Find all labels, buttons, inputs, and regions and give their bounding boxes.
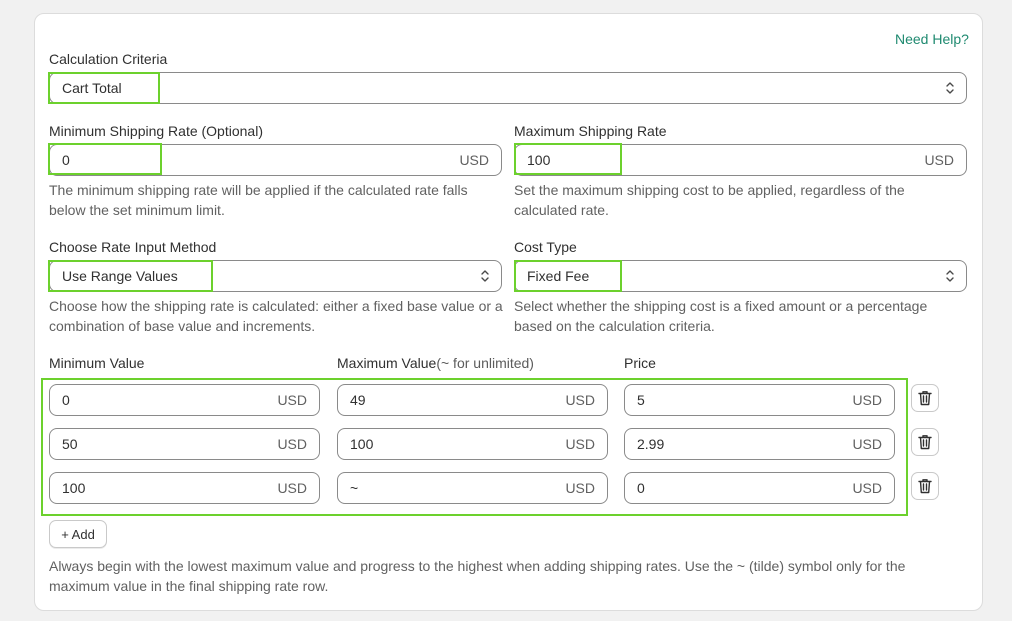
delete-row-button[interactable] <box>911 384 939 412</box>
currency-suffix: USD <box>852 480 882 496</box>
range-min-input[interactable]: 100 USD <box>49 472 320 504</box>
range-max-value: 100 <box>350 436 374 452</box>
range-min-value: 0 <box>62 392 70 408</box>
range-price-input[interactable]: 0 USD <box>624 472 895 504</box>
range-min-input[interactable]: 50 USD <box>49 428 320 460</box>
select-chevron-icon <box>946 82 954 94</box>
range-max-input[interactable]: 49 USD <box>337 384 608 416</box>
range-price-input[interactable]: 5 USD <box>624 384 895 416</box>
range-instructions-note: Always begin with the lowest maximum val… <box>49 558 906 594</box>
max-shipping-rate-label: Maximum Shipping Rate <box>514 123 667 139</box>
minimum-value-header: Minimum Value <box>49 355 145 371</box>
min-shipping-rate-label: Minimum Shipping Rate (Optional) <box>49 123 263 139</box>
calculation-criteria-label: Calculation Criteria <box>49 51 168 67</box>
min-shipping-rate-value: 0 <box>62 152 70 168</box>
max-shipping-rate-value: 100 <box>527 152 551 168</box>
trash-icon <box>918 391 932 406</box>
max-shipping-rate-input[interactable]: 100 USD <box>514 144 967 176</box>
add-range-button[interactable]: + Add <box>49 520 107 548</box>
price-header: Price <box>624 355 656 371</box>
range-price-input[interactable]: 2.99 USD <box>624 428 895 460</box>
maximum-value-header: Maximum Value(~ for unlimited) <box>337 355 534 371</box>
cost-type-label: Cost Type <box>514 239 577 255</box>
currency-suffix: USD <box>565 436 595 452</box>
range-price-value: 2.99 <box>637 436 665 452</box>
currency-suffix: USD <box>277 392 307 408</box>
range-max-input[interactable]: ~ USD <box>337 472 608 504</box>
currency-suffix: USD <box>852 436 882 452</box>
trash-icon <box>918 479 932 494</box>
currency-suffix: USD <box>565 480 595 496</box>
maximum-value-header-text: Maximum Value <box>337 355 437 371</box>
range-max-value: 49 <box>350 392 366 408</box>
min-shipping-rate-input[interactable]: 0 USD <box>49 144 502 176</box>
select-chevron-icon <box>946 270 954 282</box>
range-price-value: 5 <box>637 392 645 408</box>
trash-icon <box>918 435 932 450</box>
range-max-value: ~ <box>350 480 359 496</box>
currency-suffix: USD <box>924 152 954 168</box>
rate-input-method-select[interactable]: Use Range Values <box>49 260 502 292</box>
currency-suffix: USD <box>852 392 882 408</box>
calculation-criteria-value: Cart Total <box>62 80 122 96</box>
range-price-value: 0 <box>637 480 645 496</box>
range-min-value: 100 <box>62 480 86 496</box>
range-max-input[interactable]: 100 USD <box>337 428 608 460</box>
range-min-input[interactable]: 0 USD <box>49 384 320 416</box>
max-shipping-rate-help: Set the maximum shipping cost to be appl… <box>514 182 905 218</box>
calculation-criteria-select[interactable]: Cart Total <box>49 72 967 104</box>
delete-row-button[interactable] <box>911 428 939 456</box>
rate-input-method-help: Choose how the shipping rate is calculat… <box>49 298 503 334</box>
cost-type-value: Fixed Fee <box>527 268 590 284</box>
unlimited-note: (~ for unlimited) <box>436 355 534 371</box>
select-chevron-icon <box>481 270 489 282</box>
cost-type-select[interactable]: Fixed Fee <box>514 260 967 292</box>
currency-suffix: USD <box>459 152 489 168</box>
rate-input-method-label: Choose Rate Input Method <box>49 239 217 255</box>
min-shipping-rate-help: The minimum shipping rate will be applie… <box>49 182 468 218</box>
currency-suffix: USD <box>565 392 595 408</box>
rate-input-method-value: Use Range Values <box>62 268 178 284</box>
delete-row-button[interactable] <box>911 472 939 500</box>
currency-suffix: USD <box>277 436 307 452</box>
range-min-value: 50 <box>62 436 78 452</box>
cost-type-help: Select whether the shipping cost is a fi… <box>514 298 928 334</box>
need-help-link[interactable]: Need Help? <box>895 31 969 47</box>
currency-suffix: USD <box>277 480 307 496</box>
